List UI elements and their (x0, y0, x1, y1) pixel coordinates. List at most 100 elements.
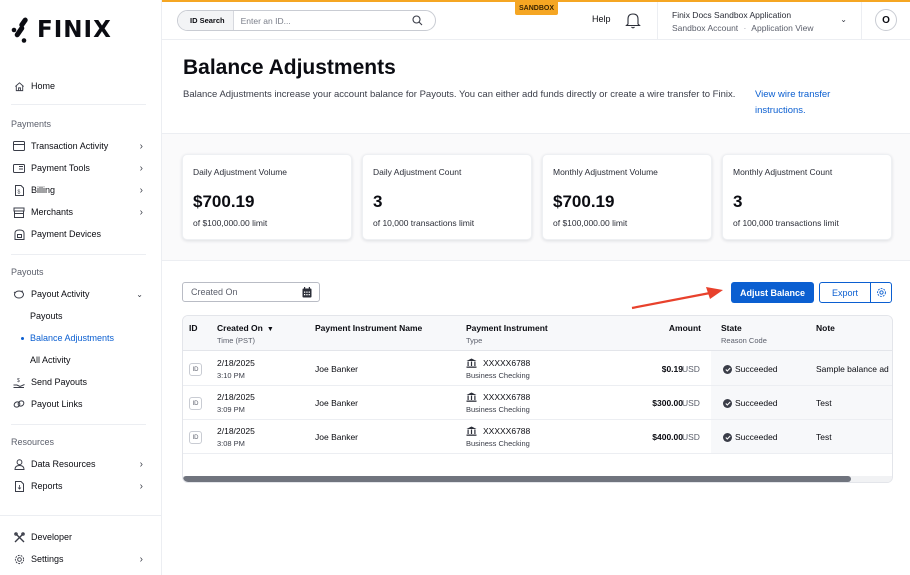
stat-title: Monthly Adjustment Count (733, 167, 833, 177)
stat-title: Daily Adjustment Volume (193, 167, 288, 177)
sort-desc-icon[interactable]: ▼ (267, 326, 274, 333)
row-pi-type: Business Checking (466, 371, 530, 380)
row-pi-type: Business Checking (466, 439, 530, 448)
calendar-icon (302, 287, 312, 298)
row-currency: USD (682, 364, 700, 374)
svg-text:$: $ (17, 378, 20, 384)
id-copy-chip[interactable]: ID (189, 363, 202, 376)
id-search-input[interactable] (233, 15, 412, 26)
row-note: Sample balance ad (816, 364, 889, 374)
annotation-arrow-icon (631, 287, 723, 310)
tools-icon (13, 531, 25, 543)
sidebar-item-send-payouts[interactable]: $ Send Payouts (0, 372, 162, 392)
column-header-created-on[interactable]: Created On ▼ Time (PST) (217, 323, 274, 345)
sidebar-item-merchants[interactable]: Merchants › (0, 202, 162, 222)
sidebar-item-label: Merchants (31, 207, 74, 217)
row-amount: $0.19 (661, 364, 683, 374)
user-icon (13, 458, 25, 470)
section-label-payments: Payments (11, 119, 52, 129)
sidebar-divider (11, 424, 146, 425)
stat-value: $700.19 (553, 192, 615, 211)
store-icon (13, 206, 25, 218)
section-label-resources: Resources (11, 437, 55, 447)
sidebar-item-settings[interactable]: Settings › (0, 549, 162, 569)
stat-limit: of $100,000.00 limit (553, 218, 628, 228)
horizontal-scrollbar[interactable] (183, 476, 892, 482)
wire-transfer-instructions-link[interactable]: View wire transfer instructions. (755, 87, 865, 118)
billing-icon: $ (13, 184, 25, 196)
help-link[interactable]: Help (592, 14, 611, 24)
sidebar-item-label: Data Resources (31, 459, 96, 469)
link-icon (13, 398, 25, 410)
column-header-amount: Amount (668, 323, 701, 333)
row-date: 2/18/2025 (217, 392, 255, 402)
sidebar-divider (11, 254, 146, 255)
chevron-right-icon: › (139, 162, 143, 174)
hand-money-icon: $ (13, 376, 25, 388)
adjust-balance-button[interactable]: Adjust Balance (731, 282, 814, 303)
table-settings-button[interactable] (870, 282, 892, 303)
table-row[interactable]: ID 2/18/2025 3:09 PM Joe Banker XXXXX678… (183, 386, 892, 420)
application-selector[interactable]: Finix Docs Sandbox Application Sandbox A… (657, 2, 862, 40)
row-pi-mask: XXXXX6788 (483, 392, 531, 402)
id-search-tag[interactable]: ID Search (178, 11, 234, 30)
state-label: Succeeded (735, 398, 778, 408)
row-currency: USD (682, 398, 700, 408)
table-row[interactable]: ID 2/18/2025 3:08 PM Joe Banker XXXXX678… (183, 420, 892, 454)
row-pi-name: Joe Banker (315, 432, 358, 442)
sidebar-item-developer[interactable]: Developer (0, 527, 162, 547)
sidebar: FINIX Home Payments Transaction Activity… (0, 0, 162, 575)
sidebar-item-payout-activity[interactable]: Payout Activity ⌄ (0, 284, 162, 304)
row-time: 3:09 PM (217, 405, 245, 414)
search-icon[interactable] (412, 15, 426, 26)
stat-value: $700.19 (193, 192, 255, 211)
id-copy-chip[interactable]: ID (189, 431, 202, 444)
row-pi-mask: XXXXX6788 (483, 426, 531, 436)
stat-value: 3 (733, 192, 743, 211)
sidebar-item-reports[interactable]: Reports › (0, 476, 162, 496)
column-header-note: Note (816, 323, 835, 333)
user-avatar[interactable]: O (875, 9, 897, 31)
chevron-right-icon: › (139, 553, 143, 565)
sidebar-subitem-all-activity[interactable]: All Activity (30, 355, 71, 365)
separator: · (743, 23, 747, 33)
export-button[interactable]: Export (819, 282, 871, 303)
sidebar-item-payment-tools[interactable]: Payment Tools › (0, 158, 162, 178)
sidebar-item-billing[interactable]: $ Billing › (0, 180, 162, 200)
table-header: ID Created On ▼ Time (PST) Payment Instru… (183, 316, 892, 351)
gear-icon (13, 553, 25, 565)
id-copy-chip[interactable]: ID (189, 397, 202, 410)
sidebar-item-label: Send Payouts (31, 377, 88, 387)
balance-adjustments-table: ID Created On ▼ Time (PST) Payment Instru… (182, 315, 893, 483)
sidebar-item-transaction-activity[interactable]: Transaction Activity › (0, 136, 162, 156)
table-row[interactable]: ID 2/18/2025 3:10 PM Joe Banker XXXXX678… (183, 352, 892, 386)
sidebar-subitem-payouts[interactable]: Payouts (30, 311, 63, 321)
stat-card-monthly-count: Monthly Adjustment Count 3 of 100,000 tr… (722, 154, 892, 240)
scrollbar-thumb[interactable] (183, 476, 852, 482)
chevron-right-icon: › (139, 184, 143, 196)
sidebar-item-home[interactable]: Home (0, 76, 162, 96)
row-time: 3:08 PM (217, 439, 245, 448)
credit-card-icon (13, 140, 25, 152)
sidebar-item-payout-links[interactable]: Payout Links (0, 394, 162, 414)
chevron-right-icon: › (139, 458, 143, 470)
column-header-id: ID (189, 323, 198, 333)
chevron-right-icon: › (139, 480, 143, 492)
stat-limit: of $100,000.00 limit (193, 218, 268, 228)
sidebar-item-payment-devices[interactable]: Payment Devices (0, 224, 162, 244)
notification-bell-icon[interactable] (625, 11, 641, 29)
sidebar-item-data-resources[interactable]: Data Resources › (0, 454, 162, 474)
sidebar-item-label: Payment Devices (31, 229, 102, 239)
created-on-date-filter[interactable]: Created On (182, 282, 320, 302)
sandbox-badge: SANDBOX (515, 2, 559, 15)
row-time: 3:10 PM (217, 371, 245, 380)
device-icon (13, 228, 25, 240)
check-circle-icon (723, 432, 732, 442)
finix-logo[interactable]: FINIX (11, 16, 112, 44)
row-pi-name: Joe Banker (315, 398, 358, 408)
sidebar-subitem-balance-adjustments[interactable]: Balance Adjustments (30, 333, 114, 343)
account-label: Sandbox Account (672, 23, 739, 33)
bank-icon (466, 358, 477, 368)
column-header-pi-name: Payment Instrument Name (315, 323, 423, 333)
chevron-right-icon: › (139, 140, 143, 152)
